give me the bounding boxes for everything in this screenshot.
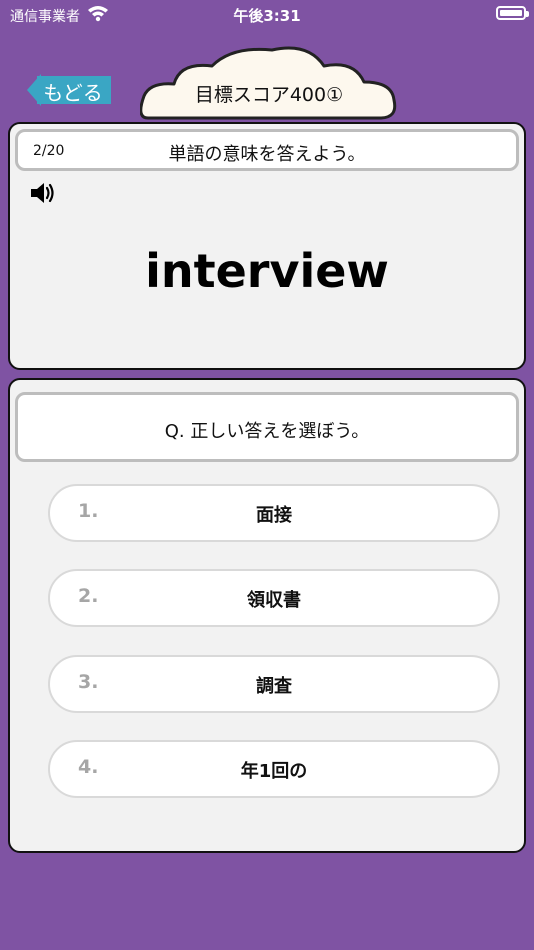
word-card: 2/20 単語の意味を答えよう。 interview	[8, 122, 526, 370]
instruction-bar: 2/20 単語の意味を答えよう。	[15, 129, 519, 171]
question-text: Q. 正しい答えを選ぼう。	[164, 421, 370, 442]
clock: 午後3:31	[233, 7, 301, 25]
instruction-text: 単語の意味を答えよう。	[168, 144, 366, 165]
speaker-icon[interactable]	[30, 182, 56, 208]
answer-option-4[interactable]: 4. 年1回の	[48, 740, 500, 798]
answer-option-1[interactable]: 1. 面接	[48, 484, 500, 542]
question-box: Q. 正しい答えを選ぼう。	[15, 392, 519, 462]
battery-icon	[496, 6, 529, 20]
answer-option-2[interactable]: 2. 領収書	[48, 569, 500, 627]
back-button[interactable]: もどる	[27, 72, 111, 108]
option-label: 面接	[256, 505, 292, 526]
page-title: 目標スコア400①	[194, 84, 344, 106]
option-label: 領収書	[247, 590, 301, 611]
title-cloud: 目標スコア400①	[140, 44, 398, 122]
option-label: 調査	[256, 676, 292, 697]
status-bar: 通信事業者 午後3:31	[0, 0, 534, 28]
target-word: interview	[145, 244, 389, 298]
answer-card: Q. 正しい答えを選ぼう。 1. 面接 2. 領収書 3. 調査 4. 年1回の	[8, 378, 526, 853]
back-button-label: もどる	[43, 81, 103, 105]
answer-option-3[interactable]: 3. 調査	[48, 655, 500, 713]
option-label: 年1回の	[240, 761, 308, 782]
